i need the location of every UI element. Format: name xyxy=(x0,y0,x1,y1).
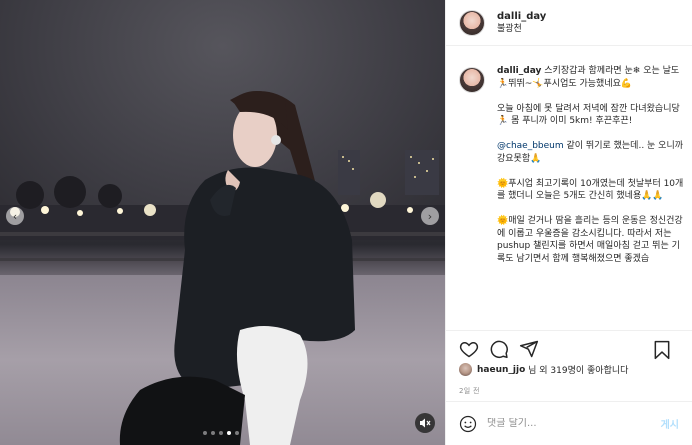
bookmark-icon[interactable] xyxy=(652,340,672,360)
post-author-username[interactable]: dalli_day xyxy=(497,10,546,23)
carousel-dot-active xyxy=(227,431,231,435)
carousel-dot xyxy=(235,431,239,435)
post-photo[interactable]: ‹ › xyxy=(0,0,445,445)
liker-username[interactable]: haeun_jjo xyxy=(477,365,525,375)
avatar[interactable] xyxy=(459,67,485,93)
avatar xyxy=(459,363,472,376)
comment-form: 게시 xyxy=(446,401,692,445)
carousel-dot xyxy=(211,431,215,435)
audio-toggle-button[interactable] xyxy=(415,413,435,433)
next-photo-button[interactable]: › xyxy=(421,207,439,225)
comment-icon[interactable] xyxy=(489,339,509,359)
caption-username[interactable]: dalli_day xyxy=(497,66,541,76)
caption-line: 오늘 아침에 못 달려서 저녁에 잠깐 다녀왔습니당🏃 몸 푸니까 이미 5km… xyxy=(497,103,680,127)
heart-icon[interactable] xyxy=(459,339,479,359)
carousel-dot xyxy=(203,431,207,435)
post-header: dalli_day 불광천 xyxy=(446,0,692,46)
post-comment-button[interactable]: 게시 xyxy=(661,416,679,431)
emoji-icon[interactable] xyxy=(459,415,477,433)
post-caption: dalli_day 스키장갑과 함께라면 눈❄ 오는 날도 🏃뛰뛰~🤸푸시업도 … xyxy=(446,47,692,330)
post-location[interactable]: 불광천 xyxy=(497,23,546,36)
chevron-left-icon: ‹ xyxy=(12,209,18,223)
comment-input[interactable] xyxy=(487,418,657,429)
post-timestamp[interactable]: 2일 전 xyxy=(459,386,480,396)
post-side-panel: dalli_day 불광천 dalli_day 스키장갑과 함께라면 눈❄ 오는… xyxy=(445,0,692,445)
caption-line: 🌞매일 걷거나 땀을 흘리는 등의 운동은 정신건강에 이롭고 우울증을 감소시… xyxy=(497,216,683,264)
runner-photo xyxy=(0,91,445,445)
instagram-post: ‹ › dalli_day 불광천 dalli_day 스키장갑과 함께라면 눈… xyxy=(0,0,692,445)
mention-link[interactable]: @chae_bbeum xyxy=(497,141,564,151)
post-actions xyxy=(446,330,692,367)
avatar[interactable] xyxy=(459,9,485,36)
likes-summary[interactable]: haeun_jjo 님 외 319명이 좋아합니다 xyxy=(459,363,628,376)
chevron-right-icon: › xyxy=(427,209,433,223)
previous-photo-button[interactable]: ‹ xyxy=(6,207,24,225)
caption-text: dalli_day 스키장갑과 함께라면 눈❄ 오는 날도 🏃뛰뛰~🤸푸시업도 … xyxy=(497,65,684,330)
carousel-dot xyxy=(219,431,223,435)
likes-count-text[interactable]: 님 외 319명이 좋아합니다 xyxy=(528,363,628,376)
audio-muted-icon xyxy=(420,418,431,428)
carousel-indicator xyxy=(203,431,239,435)
share-icon[interactable] xyxy=(519,339,539,359)
caption-line: 🌞푸시업 최고기록이 10개였는데 첫날부터 10개를 했더니 오늘은 5개도 … xyxy=(497,178,684,202)
